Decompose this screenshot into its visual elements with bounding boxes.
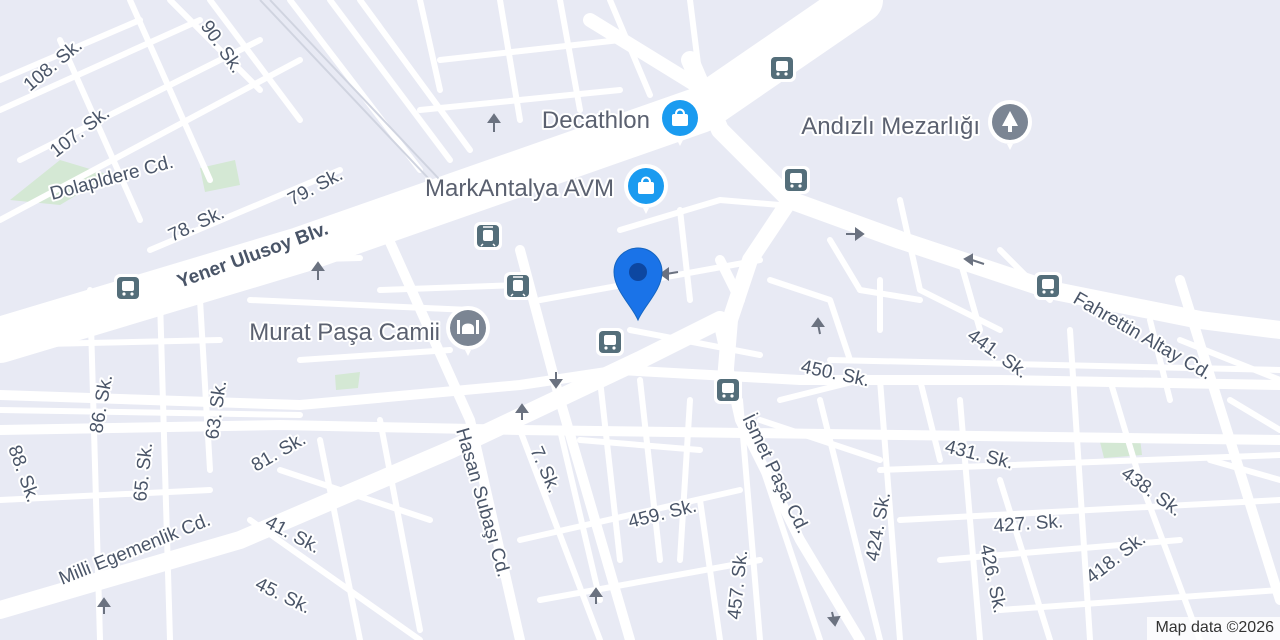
bus-stop-icon[interactable] — [1034, 272, 1062, 300]
map-attribution: Map data ©2026 — [1147, 617, 1280, 640]
bus-stop-icon[interactable] — [782, 166, 810, 194]
land-background — [0, 0, 1280, 640]
poi-label-murat-pasa: Murat Paşa Camii — [249, 319, 440, 346]
poi-label-andizli: Andızlı Mezarlığı — [801, 113, 980, 140]
bus-stop-icon[interactable] — [596, 328, 624, 356]
poi-label-markantalya: MarkAntalya AVM — [425, 175, 614, 202]
bus-stop-icon[interactable] — [114, 274, 142, 302]
poi-label-decathlon: Decathlon — [542, 107, 650, 134]
bus-stop-icon[interactable] — [768, 54, 796, 82]
tram-stop-icon[interactable] — [504, 272, 532, 300]
bus-stop-icon[interactable] — [714, 376, 742, 404]
park-area — [335, 372, 360, 390]
tram-stop-icon[interactable] — [474, 222, 502, 250]
map-canvas[interactable]: Yener Ulusoy Blv. Milli Egemenlik Cd. Ha… — [0, 0, 1280, 640]
map-view[interactable]: Yener Ulusoy Blv. Milli Egemenlik Cd. Ha… — [0, 0, 1280, 640]
